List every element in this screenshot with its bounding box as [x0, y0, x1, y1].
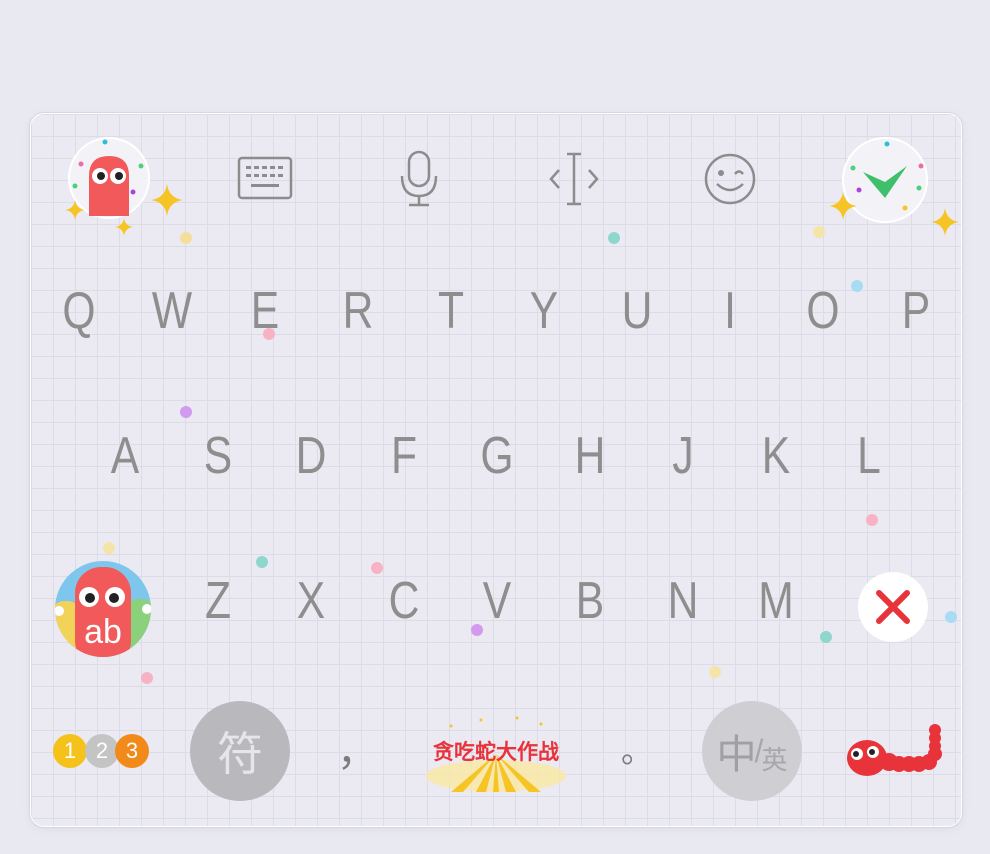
- decor-dot: [866, 514, 878, 526]
- key-h[interactable]: H: [565, 421, 614, 491]
- key-q[interactable]: Q: [54, 276, 103, 346]
- key-m[interactable]: M: [751, 566, 800, 636]
- sparkle-icon: [931, 208, 959, 236]
- delete-button[interactable]: [858, 572, 928, 642]
- decor-dot: [256, 556, 268, 568]
- microphone-icon[interactable]: [399, 150, 439, 208]
- sparkle-icon: [829, 192, 857, 220]
- key-v[interactable]: V: [472, 566, 521, 636]
- key-o[interactable]: O: [798, 276, 847, 346]
- number-button[interactable]: 1 2 3: [53, 734, 153, 772]
- key-j[interactable]: J: [658, 421, 707, 491]
- decor-dot: [608, 232, 620, 244]
- key-e[interactable]: E: [240, 276, 289, 346]
- comma-key[interactable]: ，: [337, 719, 377, 777]
- key-c[interactable]: C: [379, 566, 428, 636]
- symbols-button[interactable]: 符: [190, 701, 290, 801]
- sparkle-icon: [115, 218, 133, 236]
- key-x[interactable]: X: [286, 566, 335, 636]
- key-g[interactable]: G: [472, 421, 521, 491]
- lang-primary: 中: [716, 732, 757, 778]
- coin-1: 1: [53, 734, 87, 768]
- key-i[interactable]: I: [705, 276, 754, 346]
- keyboard-panel: Q W E R T Y U I O P A S D F G H J K L ab…: [30, 113, 962, 827]
- key-b[interactable]: B: [565, 566, 614, 636]
- key-u[interactable]: U: [612, 276, 661, 346]
- lang-secondary: 英: [761, 745, 788, 776]
- keyboard-icon[interactable]: [237, 156, 293, 200]
- decor-dot: [945, 611, 957, 623]
- key-l[interactable]: L: [844, 421, 893, 491]
- key-n[interactable]: N: [658, 566, 707, 636]
- period-key[interactable]: 。: [621, 726, 653, 772]
- key-w[interactable]: W: [147, 276, 196, 346]
- decor-dot: [180, 232, 192, 244]
- coin-2: 2: [85, 734, 119, 768]
- key-p[interactable]: P: [891, 276, 940, 346]
- key-y[interactable]: Y: [519, 276, 568, 346]
- key-t[interactable]: T: [426, 276, 475, 346]
- emoji-icon[interactable]: [703, 152, 757, 206]
- decor-dot: [813, 226, 825, 238]
- cursor-icon[interactable]: [547, 150, 601, 208]
- snake-icon[interactable]: [843, 722, 943, 782]
- space-bar-label: 贪吃蛇大作战: [433, 740, 559, 764]
- key-r[interactable]: R: [333, 276, 382, 346]
- key-s[interactable]: S: [193, 421, 242, 491]
- language-toggle-button[interactable]: 中 / 英: [702, 701, 802, 801]
- key-d[interactable]: D: [286, 421, 335, 491]
- close-icon: [876, 590, 910, 624]
- shift-button[interactable]: ab: [53, 559, 153, 659]
- sparkle-icon: [151, 184, 183, 216]
- decor-dot: [709, 666, 721, 678]
- decor-dot: [103, 542, 115, 554]
- key-a[interactable]: A: [100, 421, 149, 491]
- decor-dot: [180, 406, 192, 418]
- decor-dot: [820, 631, 832, 643]
- key-k[interactable]: K: [751, 421, 800, 491]
- space-bar[interactable]: 贪吃蛇大作战: [421, 714, 571, 794]
- coin-3: 3: [115, 734, 149, 768]
- sparkle-icon: [65, 200, 85, 220]
- decor-dot: [851, 280, 863, 292]
- key-z[interactable]: Z: [193, 566, 242, 636]
- decor-dot: [141, 672, 153, 684]
- shift-label: ab: [84, 613, 122, 651]
- key-f[interactable]: F: [379, 421, 428, 491]
